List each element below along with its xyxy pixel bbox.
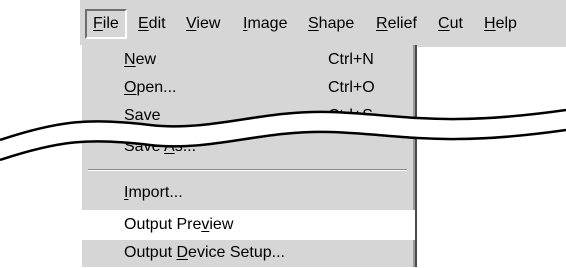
- screenshot: { "menubar": { "items": [ {"pre": "", "u…: [0, 0, 566, 267]
- wavy-break-mark: [0, 108, 566, 162]
